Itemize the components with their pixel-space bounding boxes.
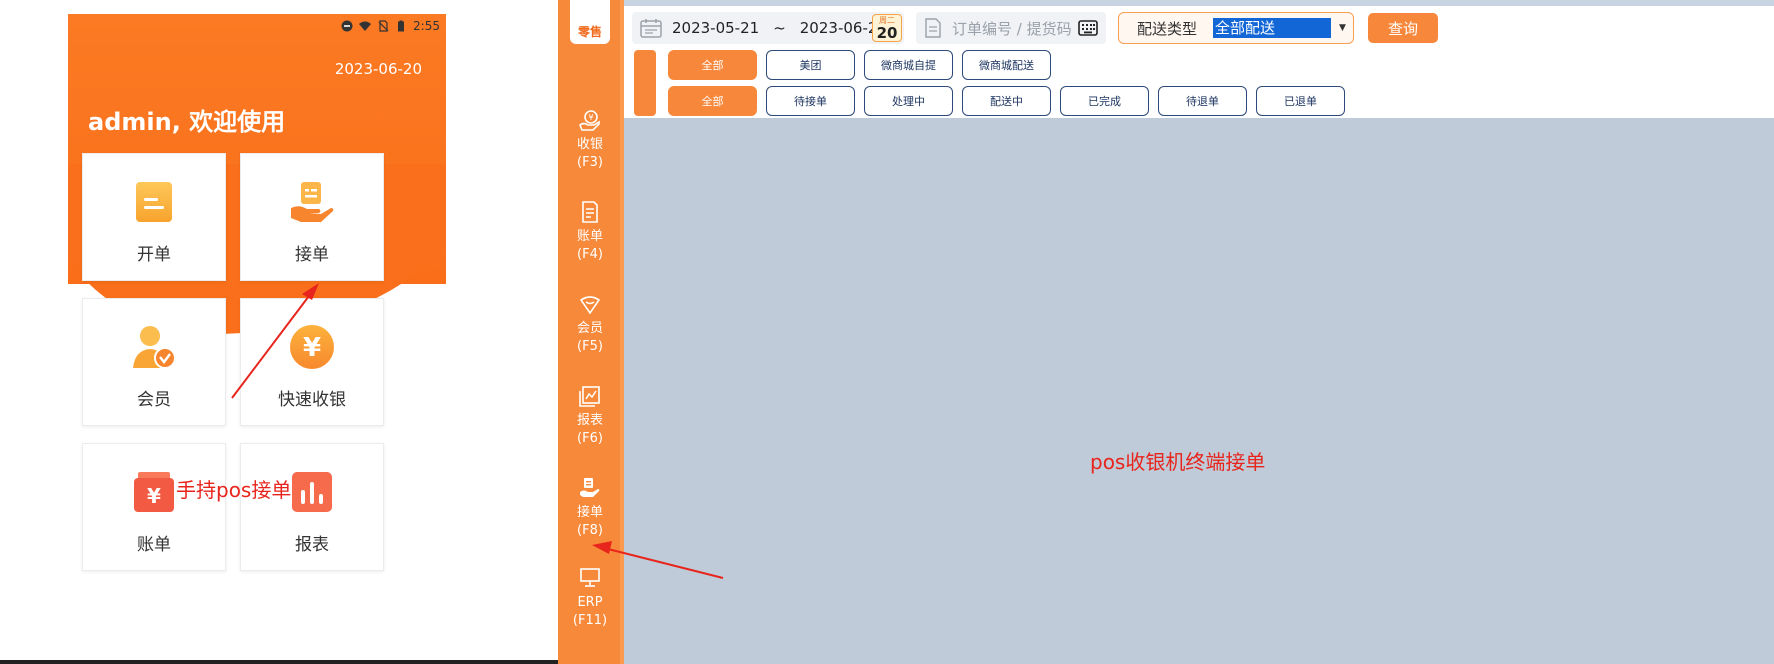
phone-status-bar: 2:55 xyxy=(341,16,440,36)
dropdown-arrow-icon[interactable]: ▼ xyxy=(1339,23,1346,33)
document-icon xyxy=(925,18,941,38)
delivery-type-value[interactable]: 全部配送 xyxy=(1213,18,1331,38)
yen-coin-icon: ¥ xyxy=(288,323,336,371)
status-chip-delivering[interactable]: 配送中 xyxy=(962,86,1051,116)
channel-filter-row: 全部 美团 微商城自提 微商城配送 xyxy=(668,50,1051,80)
sidebar-item-shortcut: (F5) xyxy=(577,339,603,354)
filter-side-tab[interactable] xyxy=(634,50,656,116)
tile-label: 接单 xyxy=(295,245,329,265)
today-badge[interactable]: 周二 20 xyxy=(872,14,902,42)
channel-chip-all[interactable]: 全部 xyxy=(668,50,757,80)
tile-label: 报表 xyxy=(295,535,329,555)
dnd-icon xyxy=(341,20,353,32)
wifi-icon xyxy=(359,21,372,31)
sidebar-item-label: 账单 xyxy=(576,229,603,244)
status-time: 2:55 xyxy=(413,19,440,33)
sidebar-item-shortcut: (F6) xyxy=(577,431,603,446)
app-logo: 零售 xyxy=(570,0,610,44)
handheld-pos-screen: 2:55 2023-06-20 admin, 欢迎使用 开单 接单 会员 ¥ 快… xyxy=(68,14,446,664)
hand-receive-order-icon xyxy=(288,178,336,226)
tile-bills[interactable]: ¥ 账单 xyxy=(82,443,226,571)
calendar-icon xyxy=(640,19,662,38)
channel-chip-mall-pickup[interactable]: 微商城自提 xyxy=(864,50,953,80)
svg-text:¥: ¥ xyxy=(147,484,161,508)
tile-accept-order[interactable]: 接单 xyxy=(240,153,384,281)
monitor-icon xyxy=(578,566,602,590)
bill-wallet-icon: ¥ xyxy=(130,468,178,516)
keyboard-icon[interactable] xyxy=(1078,20,1098,36)
tile-label: 快速收银 xyxy=(278,390,346,410)
status-filter-row: 全部 待接单 处理中 配送中 已完成 待退单 已退单 xyxy=(668,86,1345,116)
order-search-input[interactable]: 订单编号 / 提货码 xyxy=(916,12,1106,44)
phone-date: 2023-06-20 xyxy=(334,60,422,78)
tile-label: 账单 xyxy=(137,535,171,555)
channel-chip-meituan[interactable]: 美团 xyxy=(766,50,855,80)
sidebar-item-cashier[interactable]: ¥ 收银 (F3) xyxy=(558,108,622,172)
svg-text:¥: ¥ xyxy=(588,113,593,122)
sidebar-item-label: 报表 xyxy=(576,413,603,428)
screenshot-stage: 2:55 2023-06-20 admin, 欢迎使用 开单 接单 会员 ¥ 快… xyxy=(0,0,1774,664)
tile-member[interactable]: 会员 xyxy=(82,298,226,426)
sidebar-item-shortcut: (F3) xyxy=(577,155,603,170)
sidebar-item-member[interactable]: 会员 (F5) xyxy=(558,292,622,356)
sidebar-item-bills[interactable]: 账单 (F4) xyxy=(558,200,622,264)
no-sim-icon xyxy=(378,20,389,32)
order-sheet-icon xyxy=(130,178,178,226)
sidebar-item-erp[interactable]: ERP (F11) xyxy=(558,566,622,630)
handheld-caption: 手持pos接单 xyxy=(176,478,292,502)
tile-open-order[interactable]: 开单 xyxy=(82,153,226,281)
sidebar-item-label: 收银 xyxy=(576,137,603,152)
sidebar-item-reports[interactable]: 报表 (F6) xyxy=(558,384,622,448)
status-chip-pending[interactable]: 待接单 xyxy=(766,86,855,116)
order-search-placeholder: 订单编号 / 提货码 xyxy=(952,19,1072,38)
sidebar-item-label: 接单 xyxy=(576,505,603,520)
terminal-caption: pos收银机终端接单 xyxy=(1090,450,1266,474)
today-day-number: 20 xyxy=(876,23,898,42)
status-chip-pending-refund[interactable]: 待退单 xyxy=(1158,86,1247,116)
welcome-title: admin, 欢迎使用 xyxy=(88,108,286,136)
sidebar-item-label: ERP xyxy=(577,595,603,610)
tile-label: 开单 xyxy=(137,245,171,265)
delivery-type-label: 配送类型 xyxy=(1137,19,1198,38)
tile-quick-cashier[interactable]: ¥ 快速收银 xyxy=(240,298,384,426)
bar-chart-icon xyxy=(288,468,336,516)
cashier-hand-icon: ¥ xyxy=(578,108,602,132)
status-chip-completed[interactable]: 已完成 xyxy=(1060,86,1149,116)
delivery-type-select[interactable]: 配送类型 全部配送 ▼ xyxy=(1118,12,1354,44)
status-chip-processing[interactable]: 处理中 xyxy=(864,86,953,116)
date-separator: ~ xyxy=(773,19,786,37)
report-chart-icon xyxy=(578,384,602,408)
hand-receive-order-icon xyxy=(578,476,602,500)
battery-icon xyxy=(398,20,405,32)
date-range-picker[interactable]: 2023-05-21 ~ 2023-06-20 周二 20 xyxy=(632,12,904,44)
date-start: 2023-05-21 xyxy=(672,19,760,37)
query-button[interactable]: 查询 xyxy=(1368,13,1438,43)
status-chip-refunded[interactable]: 已退单 xyxy=(1256,86,1345,116)
sidebar-item-shortcut: (F8) xyxy=(577,523,603,538)
diamond-member-icon xyxy=(578,292,602,316)
status-chip-all[interactable]: 全部 xyxy=(668,86,757,116)
svg-text:¥: ¥ xyxy=(303,333,321,363)
phone-frame-edge xyxy=(0,660,558,664)
sidebar-item-shortcut: (F4) xyxy=(577,247,603,262)
sidebar-item-label: 会员 xyxy=(576,321,603,336)
sidebar-item-shortcut: (F11) xyxy=(572,613,608,628)
member-icon xyxy=(130,323,178,371)
pos-terminal-screen: 零售 ¥ 收银 (F3) 账单 (F4) 会员 (F5) 报表 (F6) 接单 … xyxy=(558,0,1774,664)
receipt-icon xyxy=(578,200,602,224)
tile-label: 会员 xyxy=(137,390,171,410)
channel-chip-mall-delivery[interactable]: 微商城配送 xyxy=(962,50,1051,80)
filter-toolbar: 2023-05-21 ~ 2023-06-20 周二 20 订单编号 / 提货码… xyxy=(624,6,1774,118)
tile-reports[interactable]: 报表 xyxy=(240,443,384,571)
sidebar-item-accept-order[interactable]: 接单 (F8) xyxy=(558,476,622,540)
